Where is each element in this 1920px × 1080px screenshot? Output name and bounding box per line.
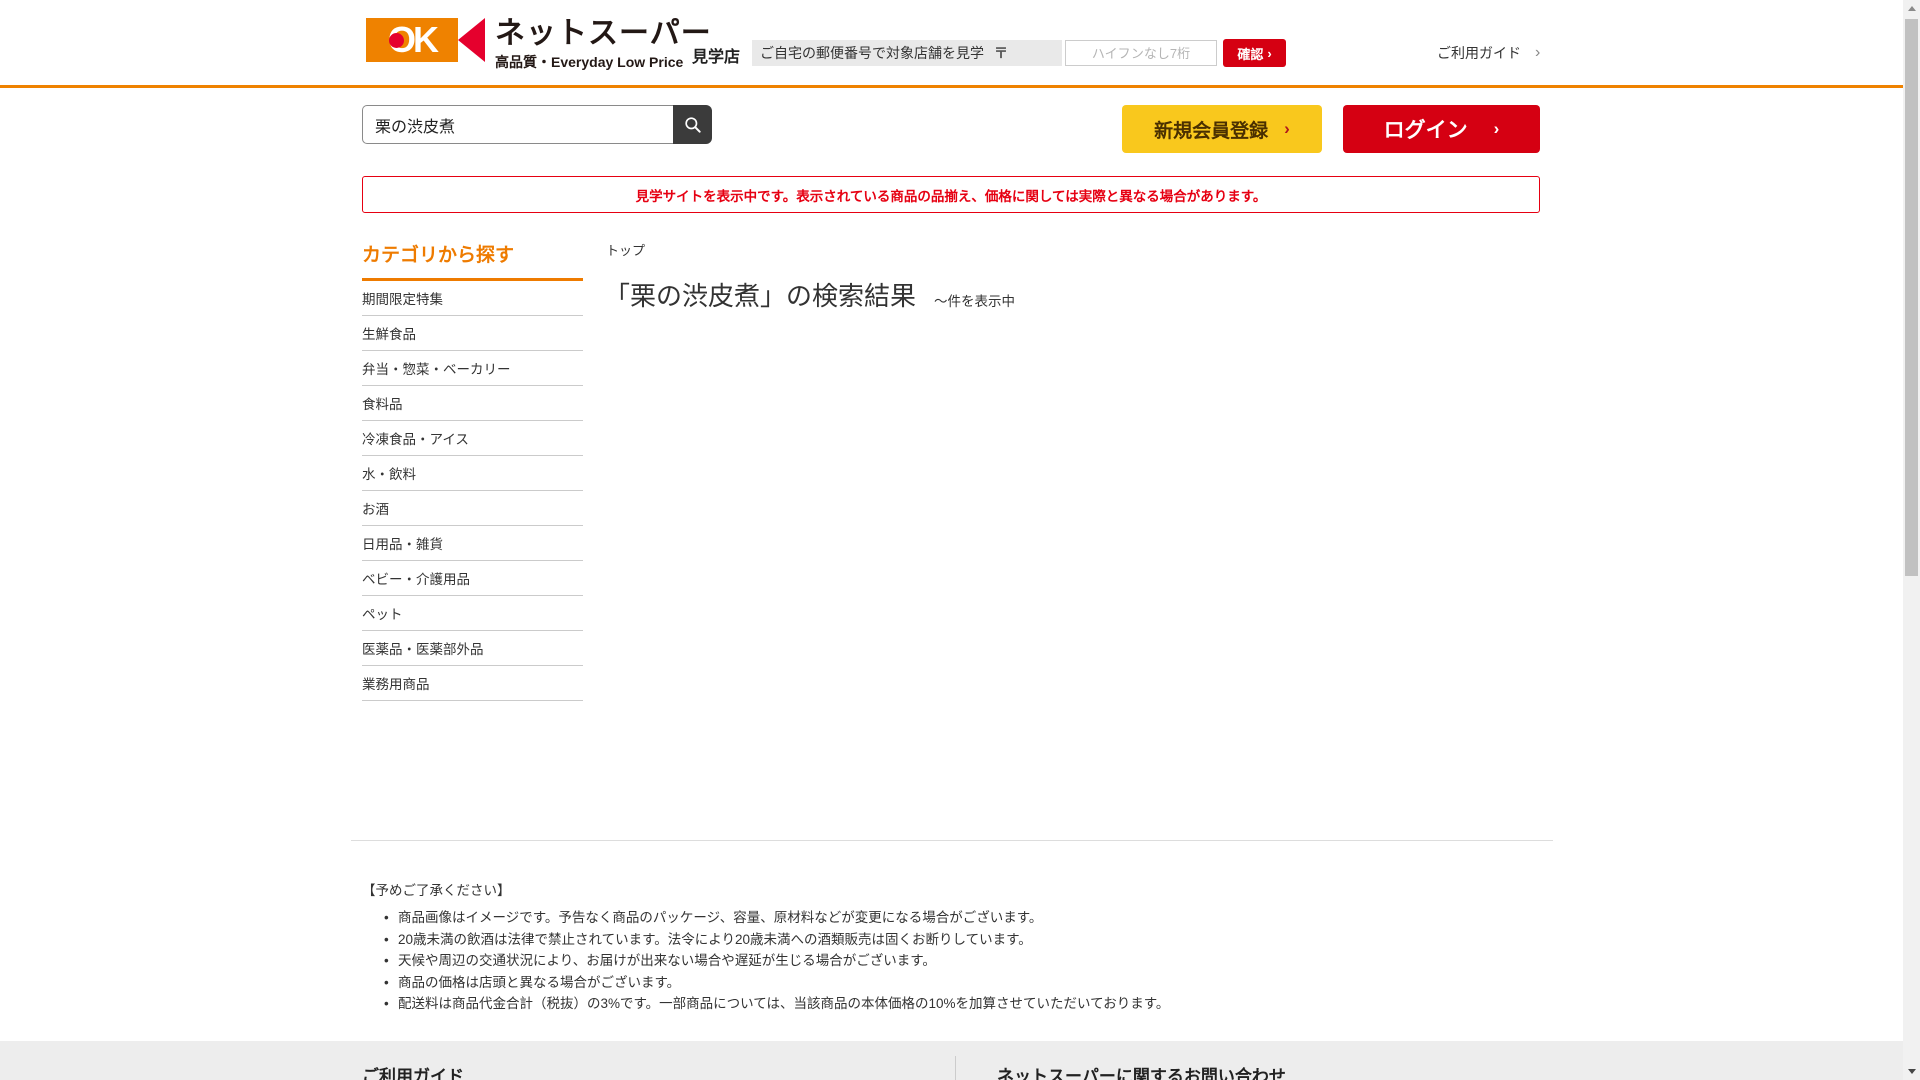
sidebar-item-pet[interactable]: ペット [362,596,583,631]
search-result-header: 「栗の渋皮煮」の検索結果 ～件を表示中 [604,276,1015,313]
ok-logo-box: OK [366,18,458,62]
chevron-right-icon: › [1267,46,1271,61]
footer-contact-heading[interactable]: ネットスーパーに関するお問い合わせ [997,1062,1286,1080]
category-sidebar: カテゴリから探す 期間限定特集 生鮮食品 弁当・惣菜・ベーカリー 食料品 冷凍食… [362,240,583,701]
disclaimer-item: 商品画像はイメージです。予告なく商品のパッケージ、容量、原材料などが変更になる場… [362,907,1562,929]
logo-text: ネットスーパー 高品質・Everyday Low Price [495,18,712,72]
search-result-title: 「栗の渋皮煮」の検索結果 [604,276,916,313]
sidebar-item-frozen-ice[interactable]: 冷凍食品・アイス [362,421,583,456]
site-tagline: 高品質・Everyday Low Price [495,52,712,72]
ok-logo-mark-icon: OK [366,18,485,62]
postal-mark-icon: 〒 [994,43,1008,63]
postal-confirm-button[interactable]: 確認 › [1223,39,1286,67]
usage-guide-label: ご利用ガイド [1437,43,1521,63]
sidebar-item-pharmaceuticals[interactable]: 医薬品・医薬部外品 [362,631,583,666]
register-button[interactable]: 新規会員登録 › [1122,105,1322,153]
sidebar-item-water-drinks[interactable]: 水・飲料 [362,456,583,491]
scrollbar-up-button[interactable] [1903,0,1920,17]
search-input[interactable] [362,105,673,144]
search-icon [683,115,703,135]
chevron-right-icon: › [1494,119,1500,139]
login-button[interactable]: ログイン › [1343,105,1540,153]
site-title: ネットスーパー [495,18,712,50]
arrow-down-icon [1908,1069,1916,1078]
sidebar-item-baby-care[interactable]: ベビー・介護用品 [362,561,583,596]
arrow-up-icon [1908,2,1916,11]
disclaimer-item: 配送料は商品代金合計（税抜）の3%です。一部商品については、当該商品の本体価格の… [362,993,1562,1015]
footer-guide-heading[interactable]: ご利用ガイド [362,1062,464,1080]
sidebar-item-commercial[interactable]: 業務用商品 [362,666,583,701]
sidebar-item-fresh-food[interactable]: 生鮮食品 [362,316,583,351]
sidebar-item-daily-goods[interactable]: 日用品・雑貨 [362,526,583,561]
scrollbar[interactable] [1903,0,1920,1080]
ok-logo[interactable]: OK ネットスーパー 高品質・Everyday Low Price [366,18,712,72]
preview-site-notice: 見学サイトを表示中です。表示されている商品の品揃え、価格に関しては実際と異なる場… [362,176,1540,213]
disclaimer-item: 20歳未満の飲酒は法律で禁止されています。法令により20歳未満への酒類販売は固く… [362,929,1562,951]
page: OK ネットスーパー 高品質・Everyday Low Price 見学店 ご自… [0,0,1920,1080]
postal-prompt-text: ご自宅の郵便番号で対象店舗を見学 [760,43,984,63]
usage-guide-link[interactable]: ご利用ガイド › [1437,43,1540,63]
chevron-right-icon: › [1284,119,1290,139]
login-label: ログイン [1384,114,1468,144]
sidebar-item-limited-time[interactable]: 期間限定特集 [362,281,583,316]
sidebar-item-bento-deli-bakery[interactable]: 弁当・惣菜・ベーカリー [362,351,583,386]
store-mode-label: 見学店 [692,43,740,67]
search-button[interactable] [673,105,712,144]
header: OK ネットスーパー 高品質・Everyday Low Price 見学店 ご自… [0,0,1903,88]
disclaimer-list: 商品画像はイメージです。予告なく商品のパッケージ、容量、原材料などが変更になる場… [362,907,1562,1015]
disclaimer-item: 商品の価格は店頭と異なる場合がございます。 [362,972,1562,994]
chevron-right-icon: › [1535,44,1540,62]
register-label: 新規会員登録 [1154,116,1268,143]
disclaimer-item: 天候や周辺の交通状況により、お届けが出来ない場合や遅延が生じる場合がございます。 [362,950,1562,972]
ok-logo-triangle-icon [458,18,485,62]
category-list: 期間限定特集 生鮮食品 弁当・惣菜・ベーカリー 食料品 冷凍食品・アイス 水・飲… [362,281,583,701]
sidebar-item-groceries[interactable]: 食料品 [362,386,583,421]
footer: ご利用ガイド ネットスーパーに関するお問い合わせ [0,1041,1903,1080]
breadcrumb[interactable]: トップ [606,240,645,259]
postal-code-input[interactable] [1065,40,1217,66]
ok-logo-red-dot-icon [389,33,404,48]
category-heading: カテゴリから探す [362,240,583,267]
postal-confirm-label: 確認 [1237,44,1263,63]
postal-prompt-box: ご自宅の郵便番号で対象店舗を見学 〒 [752,40,1062,66]
scrollbar-down-button[interactable] [1903,1063,1920,1080]
content-divider [351,840,1553,841]
product-search [362,105,712,144]
scrollbar-thumb[interactable] [1905,19,1918,576]
sidebar-item-alcohol[interactable]: お酒 [362,491,583,526]
disclaimer-notes: 【予めご了承ください】 商品画像はイメージです。予告なく商品のパッケージ、容量、… [362,879,1562,1015]
footer-divider [955,1056,956,1080]
search-result-count: ～件を表示中 [934,290,1015,313]
disclaimer-heading: 【予めご了承ください】 [362,879,1562,899]
